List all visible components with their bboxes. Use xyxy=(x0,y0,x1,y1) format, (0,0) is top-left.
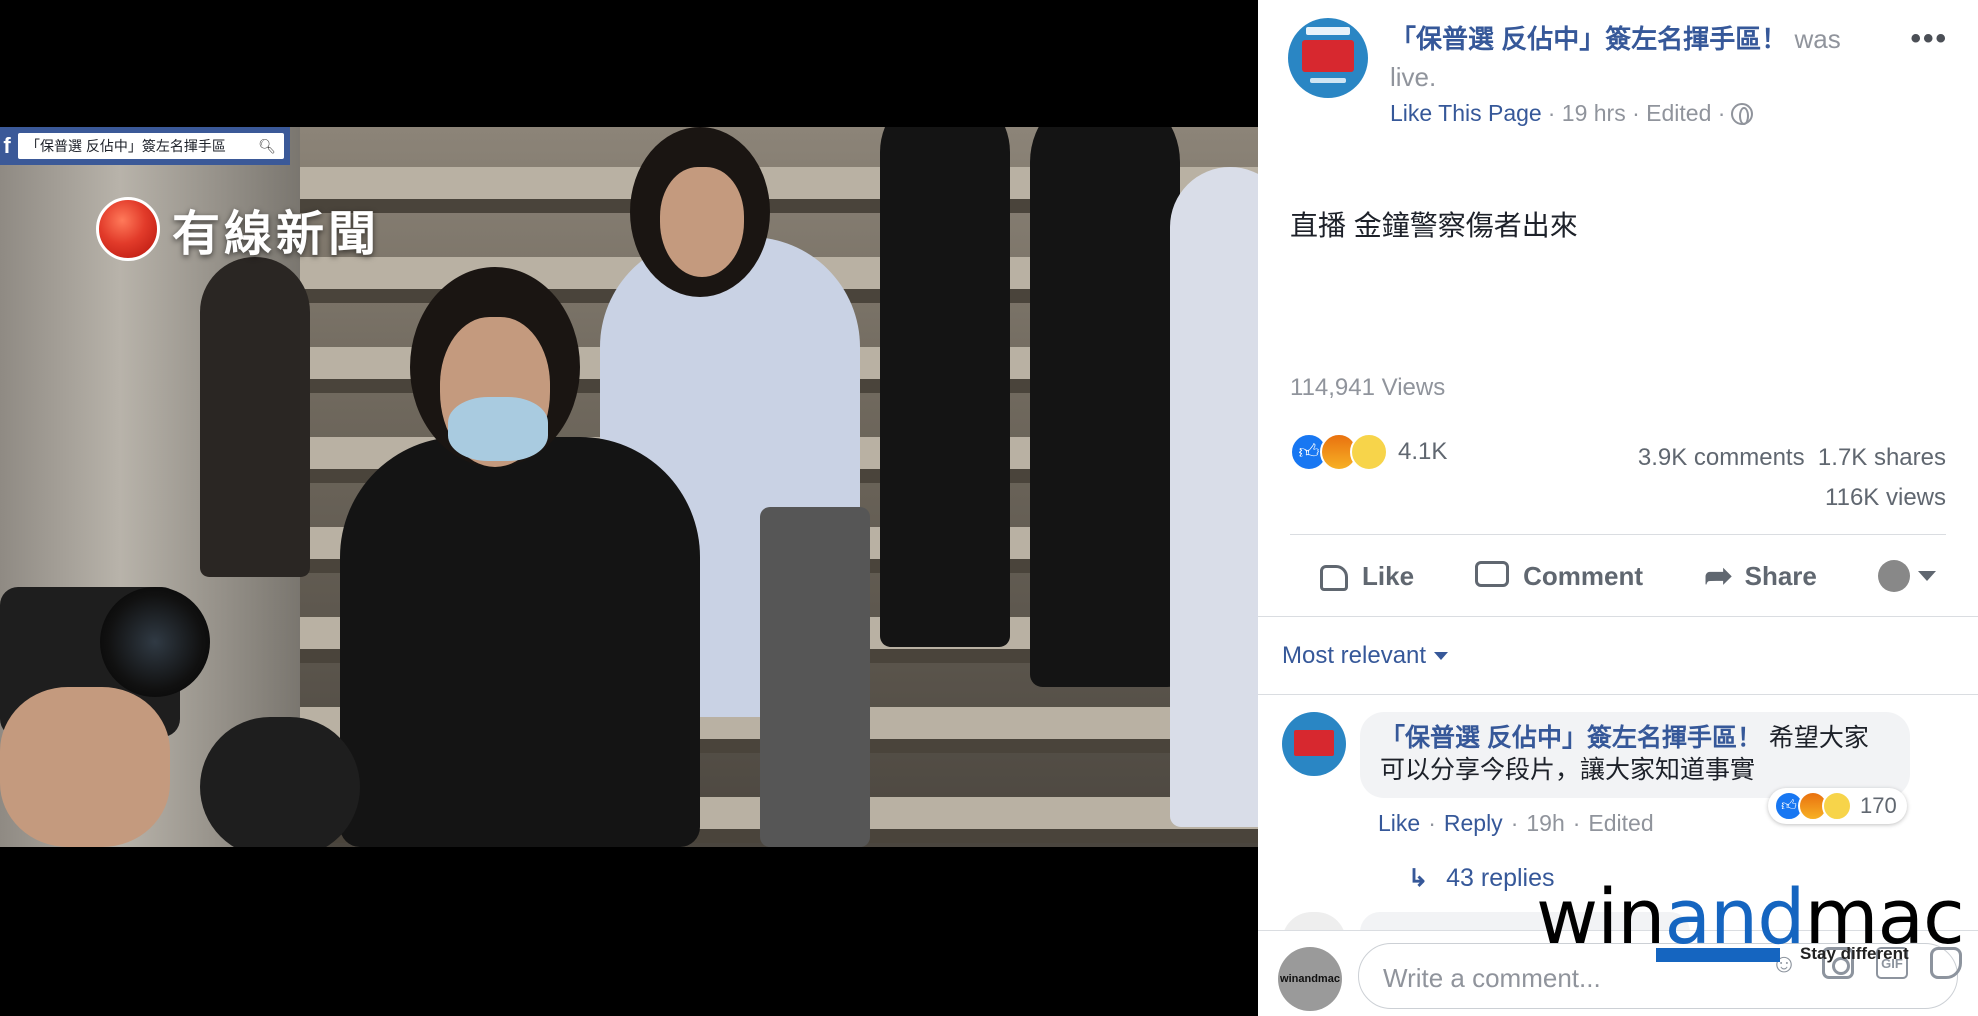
bystander xyxy=(1030,127,1180,687)
view-replies-link[interactable]: ↳ 43 replies xyxy=(1408,864,1555,893)
sort-comments-dropdown[interactable]: Most relevant xyxy=(1282,642,1449,670)
comment-time[interactable]: 19h xyxy=(1526,810,1564,837)
press-camera xyxy=(200,717,360,847)
post-sidebar: 「保普選 反佔中」簽左名揮手區！ was live. Like This Pag… xyxy=(1258,0,1978,1016)
comment-edited[interactable]: Edited xyxy=(1588,810,1653,837)
separator: · xyxy=(1428,810,1436,836)
sticker-icon[interactable] xyxy=(1930,947,1962,979)
woman-black-dress xyxy=(340,437,700,847)
avatar-detail xyxy=(1302,40,1354,72)
comment-placeholder: Write a comment... xyxy=(1383,963,1601,993)
share-label: Share xyxy=(1744,560,1817,591)
embedded-search-text: 「保普選 反佔中」簽左名揮手區 xyxy=(26,138,226,154)
total-views: 116K views xyxy=(1825,484,1946,511)
divider xyxy=(1258,616,1978,617)
facebook-logo-icon: f xyxy=(3,133,11,158)
face xyxy=(660,167,744,277)
video-frame[interactable]: 有線新聞 xyxy=(0,127,1258,847)
post-text: 直播 金鐘警察傷者出來 xyxy=(1290,210,1578,241)
sad-reaction-icon xyxy=(1350,433,1388,471)
separator: · xyxy=(1510,810,1519,836)
emoji-icon[interactable]: ☺︎ xyxy=(1768,947,1800,979)
camera-icon[interactable] xyxy=(1822,947,1854,979)
comment-reactions[interactable]: 👍︎ 170 xyxy=(1768,788,1907,824)
avatar-detail xyxy=(1306,27,1350,35)
sort-label: Most relevant xyxy=(1282,642,1427,669)
replies-label: 43 replies xyxy=(1446,864,1555,892)
comment-actions: Like · Reply · 19h · Edited xyxy=(1378,810,1654,837)
shares-count-link[interactable]: 1.7K shares xyxy=(1818,444,1946,471)
comment-label: Comment xyxy=(1523,560,1644,591)
page-avatar[interactable] xyxy=(1288,18,1368,98)
trousers xyxy=(760,507,870,847)
video-player[interactable]: 有線新聞 f 「保普選 反佔中」簽左名揮手區 🔍︎ xyxy=(0,0,1258,1016)
reply-arrow-icon: ↳ xyxy=(1408,865,1429,892)
audience-selector[interactable] xyxy=(1877,560,1936,592)
avatar-detail xyxy=(1294,730,1334,756)
share-button[interactable]: ➦ Share xyxy=(1704,559,1817,593)
comments-count-link[interactable]: 3.9K comments xyxy=(1638,444,1805,471)
comment-bubble: 「保普選 反佔中」簽左名揮手區！ 希望大家可以分享今段片，讓大家知道事實 xyxy=(1360,712,1910,798)
news-logo-text: 有線新聞 xyxy=(172,208,381,261)
like-label: Like xyxy=(1362,560,1415,591)
haha-reaction-icon xyxy=(1822,791,1852,821)
post-meta: Like This Page · 19 hrs · Edited · xyxy=(1390,100,1754,127)
bystander xyxy=(1170,167,1258,827)
share-icon: ➦ xyxy=(1704,557,1733,595)
comment-button[interactable]: Comment xyxy=(1475,559,1643,593)
comment-icon xyxy=(1475,559,1511,593)
page-name-link[interactable]: 「保普選 反佔中」簽左名揮手區！ xyxy=(1390,24,1787,54)
like-page-link[interactable]: Like This Page xyxy=(1390,100,1542,127)
gif-icon[interactable]: GIF xyxy=(1876,947,1908,979)
news-globe-icon xyxy=(96,197,160,261)
post-stats: 3.9K comments 1.7K shares 116K views xyxy=(1638,438,1946,518)
avatar-detail xyxy=(1310,78,1346,83)
photographer-hand xyxy=(0,687,170,847)
bystander xyxy=(880,127,1010,647)
composer-avatar[interactable]: winandmac xyxy=(1278,947,1342,1011)
composer-avatar-text: winandmac xyxy=(1280,973,1340,985)
views-count: 114,941 Views xyxy=(1290,374,1446,401)
caret-down-icon xyxy=(1917,571,1936,581)
reactions-count: 4.1K xyxy=(1398,438,1448,465)
caret-down-icon xyxy=(1434,652,1449,660)
post-title: 「保普選 反佔中」簽左名揮手區！ was live. xyxy=(1390,20,1890,96)
comment-reaction-count: 170 xyxy=(1860,793,1897,818)
camera-lens xyxy=(100,587,210,697)
screen: 有線新聞 f 「保普選 反佔中」簽左名揮手區 🔍︎ 「保普選 反佔中」簽左名揮手… xyxy=(0,0,1978,1016)
separator: · xyxy=(1572,810,1581,836)
search-icon: 🔍︎ xyxy=(258,137,276,154)
comment-composer: winandmac Write a comment... ☺︎ GIF xyxy=(1258,930,1978,1016)
bystander xyxy=(200,257,310,577)
like-icon xyxy=(1314,559,1350,593)
news-channel-logo: 有線新聞 xyxy=(96,192,380,266)
comment-avatar[interactable] xyxy=(1282,712,1346,776)
post-header: 「保普選 反佔中」簽左名揮手區！ was live. Like This Pag… xyxy=(1288,18,1948,138)
comment-like-link[interactable]: Like xyxy=(1378,810,1420,837)
composer-tools: ☺︎ GIF xyxy=(1768,947,1962,979)
post-action-bar: Like Comment ➦ Share xyxy=(1290,546,1946,606)
comment-author-link[interactable]: 「保普選 反佔中」簽左名揮手區！ xyxy=(1380,724,1762,752)
embedded-fb-search-bar: f 「保普選 反佔中」簽左名揮手區 🔍︎ xyxy=(0,127,290,165)
divider xyxy=(1290,534,1946,535)
face-mask xyxy=(448,397,548,461)
comment-reply-link[interactable]: Reply xyxy=(1444,810,1503,837)
divider xyxy=(1258,694,1978,695)
globe-icon[interactable] xyxy=(1731,102,1754,125)
embedded-search-input: 「保普選 反佔中」簽左名揮手區 🔍︎ xyxy=(18,133,284,159)
like-button[interactable]: Like xyxy=(1314,559,1414,593)
reactions-summary[interactable]: 👍︎ 4.1K xyxy=(1290,432,1447,472)
more-icon[interactable]: ••• xyxy=(1910,22,1948,56)
user-avatar xyxy=(1877,560,1910,592)
post-timestamp[interactable]: · 19 hrs · Edited · xyxy=(1548,100,1726,127)
